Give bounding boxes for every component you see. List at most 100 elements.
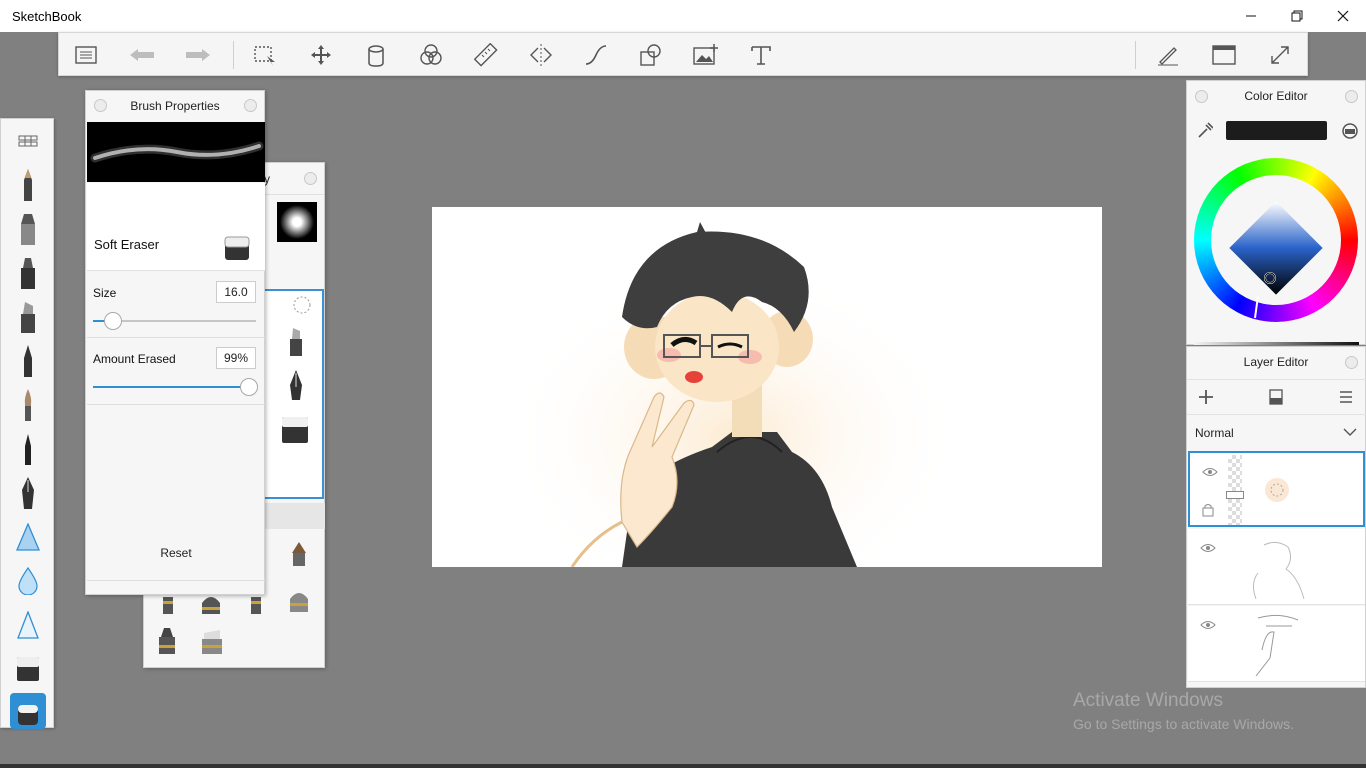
- round-cap-icon: [290, 593, 308, 612]
- amount-erased-slider[interactable]: [93, 378, 258, 396]
- chisel-marker-brush[interactable]: [10, 299, 46, 335]
- chisel-tool-icon: [290, 328, 302, 356]
- triangle-brush[interactable]: [10, 519, 46, 555]
- add-image-button[interactable]: [691, 41, 721, 69]
- soft-eraser-brush[interactable]: [10, 693, 46, 729]
- size-slider-knob[interactable]: [104, 312, 122, 330]
- restore-icon: [1291, 10, 1303, 22]
- select-button[interactable]: [250, 41, 280, 69]
- opacity-track[interactable]: [1228, 455, 1242, 525]
- size-value-input[interactable]: 16.0: [216, 281, 256, 303]
- color-mixer-icon[interactable]: [1341, 122, 1359, 140]
- pencil-brush[interactable]: [10, 167, 46, 203]
- triangle-brush-icon: [16, 523, 40, 551]
- layer-menu-icon[interactable]: [1339, 390, 1353, 404]
- select-icon: [254, 46, 275, 66]
- text-button[interactable]: [746, 41, 776, 69]
- layer-item[interactable]: [1188, 606, 1365, 682]
- airbrush-brush[interactable]: [10, 211, 46, 247]
- soft-eraser-icon: [18, 705, 38, 725]
- ballpoint-pen-icon: [24, 345, 32, 377]
- text-icon: [751, 46, 771, 65]
- drawing-canvas[interactable]: [432, 207, 1102, 567]
- alpha-lock-icon[interactable]: [1202, 503, 1214, 517]
- ruler-button[interactable]: [471, 41, 501, 69]
- panel-close-button[interactable]: [304, 172, 317, 185]
- lagoon-menu-button[interactable]: [71, 41, 101, 69]
- hard-eraser-icon: [17, 657, 39, 681]
- paintbrush-brush[interactable]: [10, 387, 46, 423]
- fullscreen-button[interactable]: [1265, 41, 1295, 69]
- fineliner-brush[interactable]: [10, 431, 46, 467]
- app-title: SketchBook: [12, 8, 82, 24]
- size-label: Size: [93, 286, 117, 300]
- eye-icon[interactable]: [1202, 467, 1218, 477]
- blend-mode-select[interactable]: Normal: [1187, 417, 1366, 449]
- color-editor-panel: Color Editor: [1186, 80, 1366, 345]
- watermark-line-1: Activate Windows: [1073, 690, 1223, 711]
- fineliner-icon: [25, 434, 31, 465]
- eyedropper-icon[interactable]: [1197, 121, 1213, 139]
- brush-properties-panel: Brush Properties Soft Eraser Size 16.0 A…: [85, 90, 265, 595]
- title-bar: SketchBook: [0, 0, 1366, 32]
- symmetry-button[interactable]: [526, 41, 556, 69]
- undo-button[interactable]: [127, 41, 157, 69]
- amount-slider-knob[interactable]: [240, 378, 258, 396]
- panel-close-button[interactable]: [244, 99, 257, 112]
- hard-eraser-brush[interactable]: [10, 651, 46, 687]
- close-button[interactable]: [1320, 0, 1366, 32]
- transform-button[interactable]: [306, 41, 336, 69]
- panel-close-button[interactable]: [1345, 90, 1358, 103]
- curve-button[interactable]: [581, 41, 611, 69]
- add-layer-icon[interactable]: [1199, 390, 1213, 404]
- layer-thumbnail: [1265, 478, 1289, 502]
- canvas-button[interactable]: [1209, 41, 1239, 69]
- soft-brush-icon: [293, 296, 311, 314]
- toolbar-separator: [233, 41, 234, 69]
- opacity-handle[interactable]: [1226, 491, 1244, 499]
- water-brush[interactable]: [10, 563, 46, 599]
- divider: [87, 404, 265, 405]
- ink-pen-icon: [22, 477, 34, 509]
- layer-type-icon[interactable]: [1269, 389, 1283, 405]
- palette-menu-button[interactable]: [10, 123, 46, 159]
- grayscale-swatches[interactable]: [1194, 342, 1359, 345]
- amount-erased-label: Amount Erased: [93, 352, 176, 366]
- panel-pin-button[interactable]: [94, 99, 107, 112]
- water-drop-icon: [18, 567, 38, 595]
- artwork-illustration: [502, 222, 962, 567]
- eye-icon[interactable]: [1200, 543, 1216, 553]
- color-puck-button[interactable]: [416, 41, 446, 69]
- amount-erased-input[interactable]: 99%: [216, 347, 256, 369]
- layer-item[interactable]: [1188, 529, 1365, 605]
- shape-button[interactable]: [636, 41, 666, 69]
- watermark-line-2: Go to Settings to activate Windows.: [1073, 716, 1294, 732]
- brush-icon: [1158, 47, 1178, 66]
- minimize-button[interactable]: [1228, 0, 1274, 32]
- cone-brush[interactable]: [10, 607, 46, 643]
- fill-button[interactable]: [361, 41, 391, 69]
- panel-pin-button[interactable]: [1195, 90, 1208, 103]
- size-slider[interactable]: [93, 312, 256, 330]
- layer-toolbar: [1187, 379, 1366, 415]
- divider: [87, 580, 265, 581]
- brush-set-selection[interactable]: [262, 289, 324, 499]
- current-color-swatch[interactable]: [1226, 121, 1327, 140]
- fullscreen-icon: [1271, 46, 1289, 64]
- marker-brush[interactable]: [10, 255, 46, 291]
- chisel-marker-icon: [21, 302, 35, 333]
- hue-wheel[interactable]: [1194, 158, 1358, 322]
- redo-button[interactable]: [183, 41, 213, 69]
- ballpoint-brush[interactable]: [10, 343, 46, 379]
- panel-close-button[interactable]: [1345, 356, 1358, 369]
- close-icon: [1337, 10, 1349, 22]
- layer-thumbnail: [1255, 614, 1299, 677]
- layer-item-selected[interactable]: [1188, 451, 1365, 527]
- ink-pen-brush[interactable]: [10, 475, 46, 511]
- brush-button[interactable]: [1153, 41, 1183, 69]
- cone-brush-icon: [17, 611, 39, 639]
- eye-icon[interactable]: [1200, 620, 1216, 630]
- restore-button[interactable]: [1274, 0, 1320, 32]
- reset-button[interactable]: Reset: [86, 546, 266, 560]
- eraser-block-icon: [282, 417, 308, 443]
